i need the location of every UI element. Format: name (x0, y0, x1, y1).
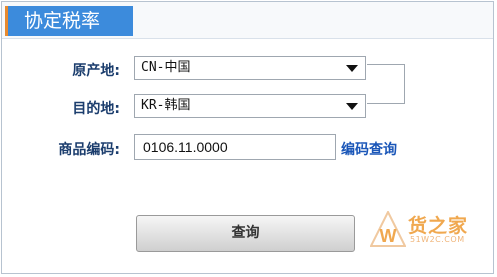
logo-icon: W (370, 211, 406, 247)
watermark-site: 51W2C.COM (410, 235, 465, 244)
select-bracket (367, 64, 405, 104)
panel-title: 协定税率 (5, 6, 133, 36)
watermark-brand: 货之家 (408, 215, 469, 237)
destination-label: 目的地: (72, 101, 120, 117)
query-button[interactable]: 查询 (136, 215, 355, 252)
logo-letter: W (380, 226, 397, 246)
origin-select-value: CN-中国 (141, 60, 191, 75)
watermark: W 货之家 51W2C.COM (370, 209, 480, 249)
origin-label: 原产地: (72, 63, 120, 79)
commodity-code-input[interactable] (134, 134, 336, 160)
chevron-down-icon (346, 65, 358, 72)
chevron-down-icon (346, 103, 358, 110)
destination-select[interactable]: KR-韩国 (134, 94, 366, 118)
origin-select[interactable]: CN-中国 (134, 56, 366, 80)
destination-select-value: KR-韩国 (141, 98, 191, 113)
code-lookup-link[interactable]: 编码查询 (341, 139, 397, 159)
panel-header: 协定税率 (2, 2, 493, 39)
commodity-code-label: 商品编码: (58, 142, 120, 158)
